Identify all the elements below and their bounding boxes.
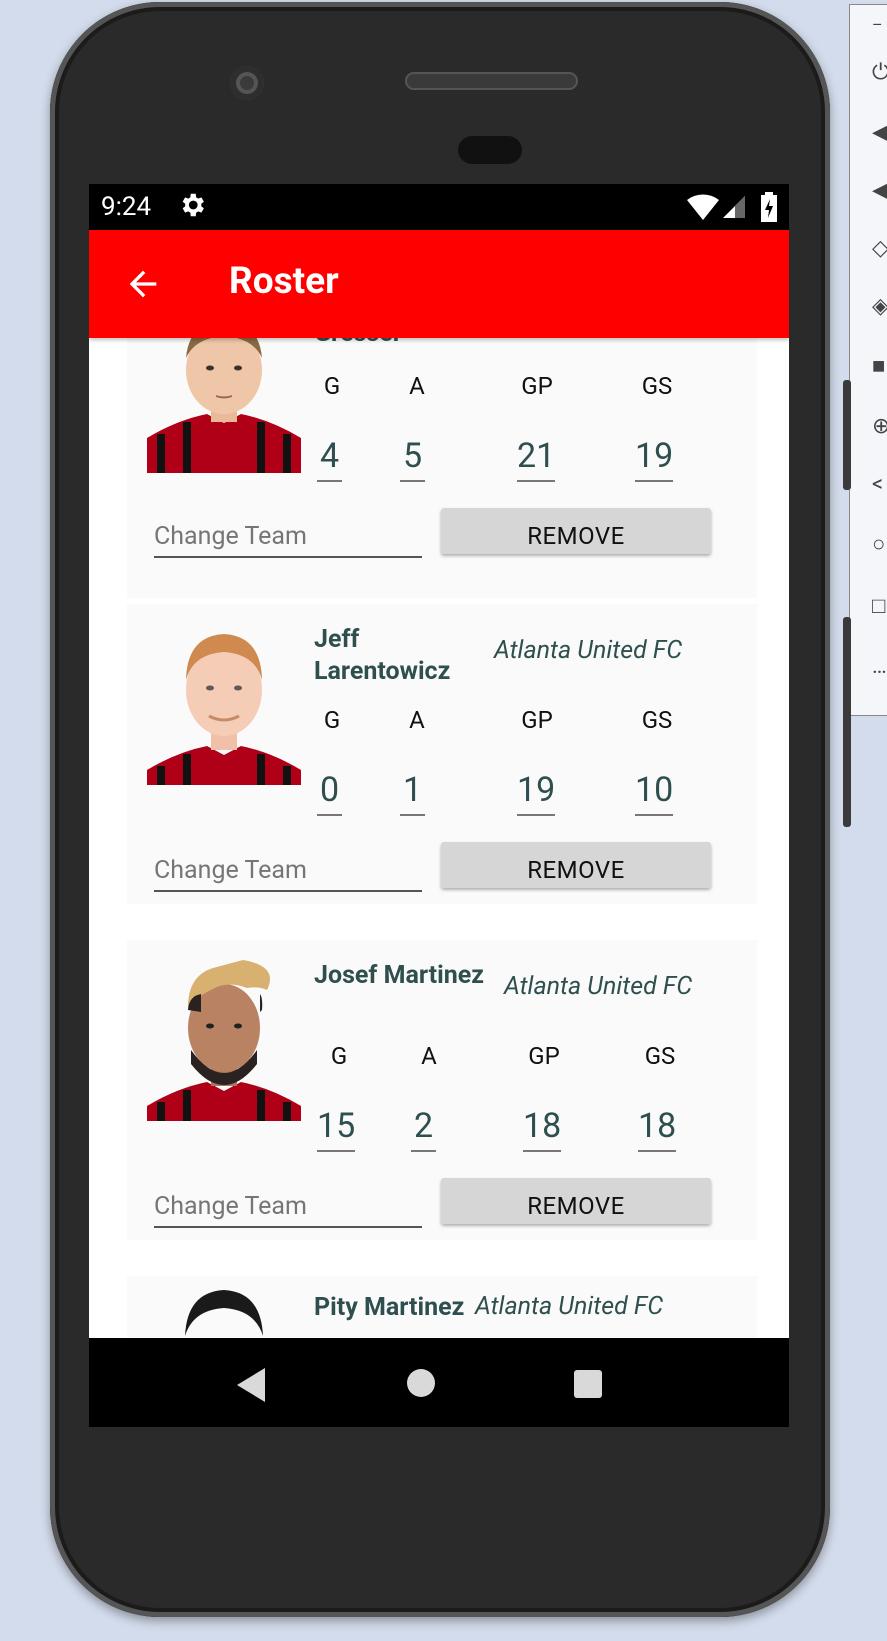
stat-games-started[interactable]: 18 [638,1106,677,1152]
stat-games-played[interactable]: 19 [517,770,556,816]
stat-assists[interactable]: 1 [400,770,425,816]
player-team: Atlanta United FC [475,1292,664,1321]
player-name: Pity Martinez [314,1293,465,1322]
stat-header-g: G [323,706,341,734]
stat-header-gp: GP [521,706,553,734]
stat-header-a: A [421,1042,437,1070]
app-bar: Roster [89,230,789,338]
power-icon[interactable]: ⏻ [872,61,887,85]
stat-games-played[interactable]: 18 [523,1106,562,1152]
remove-button[interactable]: REMOVE [441,842,711,888]
player-name: Jeff Larentowicz [314,625,451,686]
overview-icon[interactable]: □ [872,595,887,619]
stat-header-g: G [323,372,341,400]
phone-screen: 9:24 Roster G A GP GS 4 5 21 19 Change T… [89,184,789,1427]
player-card: Josef Martinez Atlanta United FC G A GP … [127,940,757,1240]
roster-list: Gressel G A GP GS 4 5 21 19 REMOVE [89,338,789,1338]
power-side-button [843,380,851,490]
stat-header-gs: GS [641,372,673,400]
back-icon[interactable]: < [872,473,887,497]
settings-gear-icon [182,193,204,217]
player-name: Gressel [314,338,484,350]
nav-back-icon[interactable] [237,1368,267,1402]
stat-games-played[interactable]: 21 [517,436,556,482]
nav-home-icon[interactable] [406,1368,436,1398]
home-icon[interactable]: ○ [872,533,887,557]
change-team-input[interactable] [154,1186,422,1228]
player-team: Atlanta United FC [494,636,683,665]
proximity-sensor [458,136,522,164]
stat-goals[interactable]: 15 [317,1106,356,1152]
stat-header-a: A [409,372,425,400]
earpiece-speaker [405,72,578,90]
rotate-left-icon[interactable]: ◇ [872,237,887,261]
page-title: Roster [229,260,339,303]
stat-header-gs: GS [644,1042,676,1070]
stat-games-started[interactable]: 10 [635,770,674,816]
stat-header-a: A [409,706,425,734]
status-time: 9:24 [101,192,152,222]
change-team-input[interactable] [154,850,422,892]
player-photo [147,338,301,473]
emulator-toolbar: – ⏻ ◀ ◀ ◇ ◈ ■ ⊕ < ○ □ … [849,4,887,716]
stat-assists[interactable]: 5 [400,436,425,482]
volume-side-button [843,617,851,827]
remove-button[interactable]: REMOVE [441,508,711,554]
volume-down-icon[interactable]: ◀ [872,179,887,203]
front-camera [230,66,264,100]
stat-assists[interactable]: 2 [411,1106,436,1152]
zoom-icon[interactable]: ⊕ [872,415,887,439]
stat-header-gs: GS [641,706,673,734]
nav-overview-icon[interactable] [573,1369,603,1399]
stat-header-gp: GP [521,372,553,400]
cell-signal-icon [723,196,745,218]
player-photo [147,610,301,785]
stat-header-g: G [330,1042,348,1070]
stat-games-started[interactable]: 19 [635,436,674,482]
volume-up-icon[interactable]: ◀ [872,121,887,145]
player-name: Josef Martinez [314,961,484,990]
rotate-right-icon[interactable]: ◈ [872,295,887,319]
change-team-input[interactable] [154,516,422,558]
minimize-icon[interactable]: – [872,13,887,37]
camera-icon[interactable]: ■ [872,355,887,379]
player-card: Gressel G A GP GS 4 5 21 19 REMOVE [127,338,757,598]
player-photo [147,946,301,1121]
player-team: Atlanta United FC [504,972,693,1001]
wifi-icon [687,194,719,220]
more-icon[interactable]: … [872,655,887,679]
player-card: Pity Martinez Atlanta United FC [127,1276,757,1338]
player-photo [147,1276,301,1338]
stat-goals[interactable]: 4 [317,436,342,482]
stat-goals[interactable]: 0 [317,770,342,816]
stat-header-gp: GP [528,1042,560,1070]
remove-button[interactable]: REMOVE [441,1178,711,1224]
back-arrow-icon[interactable] [123,264,163,304]
player-card: Jeff Larentowicz Atlanta United FC G A G… [127,604,757,904]
battery-charging-icon [761,192,777,222]
system-nav-bar [89,1338,789,1427]
status-bar: 9:24 [89,184,789,230]
